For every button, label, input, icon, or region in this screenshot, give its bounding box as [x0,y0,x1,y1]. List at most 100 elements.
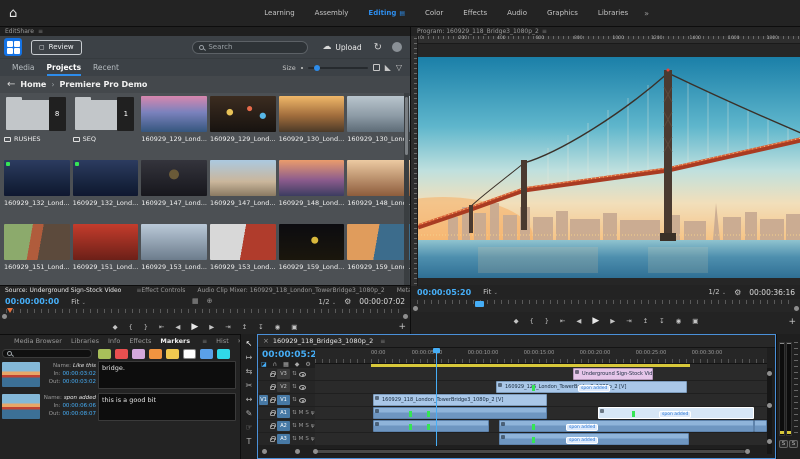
track-visibility-icon[interactable] [299,385,306,390]
marker-color-swatch[interactable] [217,349,230,359]
program-add-marker-button[interactable]: ◆ [514,317,519,325]
snap-icon[interactable]: ∩ [273,361,277,368]
timeline-clip[interactable]: spon added [499,433,689,445]
source-go-to-in-button[interactable]: ⇤ [159,323,164,331]
timeline-settings-icon[interactable]: ⚙ [305,361,310,368]
program-panel-tab[interactable]: Program: 160929_118_Bridge3_1080p_2≡ [411,27,800,36]
insert-overwrite-icon[interactable]: ◪ [261,361,267,368]
timeline-clip[interactable] [373,407,547,419]
media-clip-item[interactable]: 160929_147_Lond... [141,160,207,222]
tab-markers[interactable]: Markers [160,337,190,345]
media-clip-item[interactable]: 160929_151_Lond... [4,224,70,286]
source-patch-a3[interactable] [259,434,268,444]
type-tool[interactable]: T [247,437,252,446]
marker-color-swatch[interactable] [132,349,145,359]
media-clip-item[interactable]: 160929_153_Lond... [141,224,207,286]
tab-recent[interactable]: Recent [93,59,119,76]
tab-info[interactable]: Info [108,337,120,345]
mute-button[interactable]: M [299,410,304,416]
track-lane-a3[interactable]: spon added [315,433,767,445]
lock-icon[interactable] [270,373,275,377]
lock-icon[interactable] [270,438,275,442]
timeline-clip[interactable]: spon added [598,407,754,419]
folder-item[interactable]: 8RUSHES [4,96,70,158]
track-lane-v1[interactable]: 160929_118_London_TowerBridge3_1080p_2 [… [315,394,767,406]
program-mark-out-button[interactable]: } [545,317,549,325]
tab-hist[interactable]: Hist [216,337,229,345]
vscroll-handle[interactable] [767,371,772,376]
marker-comment-box[interactable]: bridge. [98,361,236,389]
vscroll-handle[interactable] [767,403,772,408]
filter-icon[interactable]: ▽ [396,63,402,72]
program-resolution-select[interactable]: 1/2 ⌄ [708,288,726,296]
track-target-a1[interactable]: A1 [277,408,290,418]
tab-effects[interactable]: Effects [129,337,151,345]
media-clip-item[interactable]: 160929_151_Lond... [73,224,139,286]
selection-tool[interactable]: ↖ [246,339,253,348]
track-target-v1[interactable]: V1 [277,395,290,405]
media-clip-item[interactable]: 160929_148_Lond... [279,160,345,222]
back-arrow-icon[interactable]: ← [7,79,15,90]
program-mark-in-button[interactable]: { [530,317,534,325]
sync-lock-icon[interactable]: ⇅ [292,423,297,429]
source-go-to-out-button[interactable]: ⇥ [225,323,230,331]
marker-color-swatch[interactable] [200,349,213,359]
media-clip-item[interactable]: 160929_159_Lond... [279,224,345,286]
source-settings-icon[interactable]: ⚙ [344,297,351,306]
lock-icon[interactable] [270,399,275,403]
lock-icon[interactable] [270,412,275,416]
workspace-tab-learning[interactable]: Learning [254,0,304,26]
workspace-tab-color[interactable]: Color [415,0,453,26]
sync-lock-icon[interactable]: ⇅ [292,371,297,377]
vscroll-handle[interactable] [767,439,772,444]
voiceover-record-icon[interactable]: ψ [311,423,315,429]
media-clip-item[interactable]: 160929_132_Lond... [73,160,139,222]
panel-menu-icon[interactable]: ≡ [202,338,207,345]
zoom-handle[interactable] [295,449,300,454]
program-play-button[interactable]: ▶ [592,316,599,326]
ripple-edit-tool[interactable]: ⇆ [246,367,253,376]
timeline-tab[interactable]: × 160929_118_Bridge3_1080p_2 ≡ [258,335,775,348]
panel-menu-icon[interactable]: ≡ [38,28,43,35]
panel-tab-effect-controls[interactable]: Effect Controls [141,287,185,294]
scroll-handle-right[interactable] [745,449,750,454]
source-mark-out-button[interactable]: } [144,323,148,331]
program-export-frame-button[interactable]: ◉ [676,317,682,325]
source-add-marker-button[interactable]: ◆ [113,323,118,331]
timeline-clip[interactable]: spon added [499,420,754,432]
panel-menu-icon[interactable]: ≡ [380,338,385,345]
timeline-timecode[interactable]: 00:00:05:20 [262,350,323,360]
workspace-tab-libraries[interactable]: Libraries [588,0,638,26]
program-go-to-out-button[interactable]: ⇥ [626,317,631,325]
workspace-tab-assembly[interactable]: Assembly [305,0,359,26]
source-step-forward-button[interactable]: ▶ [209,323,214,331]
marker-color-swatch[interactable] [149,349,162,359]
mute-button[interactable]: M [299,436,304,442]
source-play-button[interactable]: ▶ [191,322,198,332]
sort-icon[interactable]: ◣ [385,63,391,72]
workspace-tab-graphics[interactable]: Graphics [537,0,588,26]
grid-view-icon[interactable] [373,64,380,71]
timeline-clip[interactable]: 160929_118_London_TowerBridge3_1080p_2 [… [373,394,547,406]
program-extract-button[interactable]: ↧ [659,317,664,325]
source-patch-a2[interactable] [259,421,268,431]
source-timecode[interactable]: 00:00:00:00 [5,297,59,306]
program-scrub-bar[interactable] [411,299,800,312]
workspace-overflow-icon[interactable]: » [644,9,649,18]
timeline-horizontal-scrollbar[interactable] [315,449,747,454]
track-target-a3[interactable]: A3 [277,434,290,444]
panel-tab-source-underground-sign-stoc[interactable]: Source: Underground Sign-Stock Video [5,287,121,294]
source-playhead[interactable] [7,308,13,313]
editshare-panel-tab[interactable]: EditShare≡ [0,27,410,36]
track-lane-v3[interactable]: Underground Sign-Stock Video [315,368,767,380]
timeline-playhead-head[interactable] [433,348,440,353]
program-go-to-in-button[interactable]: ⇤ [560,317,565,325]
button-editor-plus[interactable]: + [398,322,406,332]
razor-tool[interactable]: ✂ [246,381,253,390]
program-settings-icon[interactable]: ⚙ [734,288,741,297]
close-icon[interactable]: × [263,337,269,345]
source-step-back-button[interactable]: ◀ [175,323,180,331]
scroll-handle-left[interactable] [313,449,318,454]
workspace-tab-effects[interactable]: Effects [453,0,497,26]
source-patch-v3[interactable] [259,369,268,379]
